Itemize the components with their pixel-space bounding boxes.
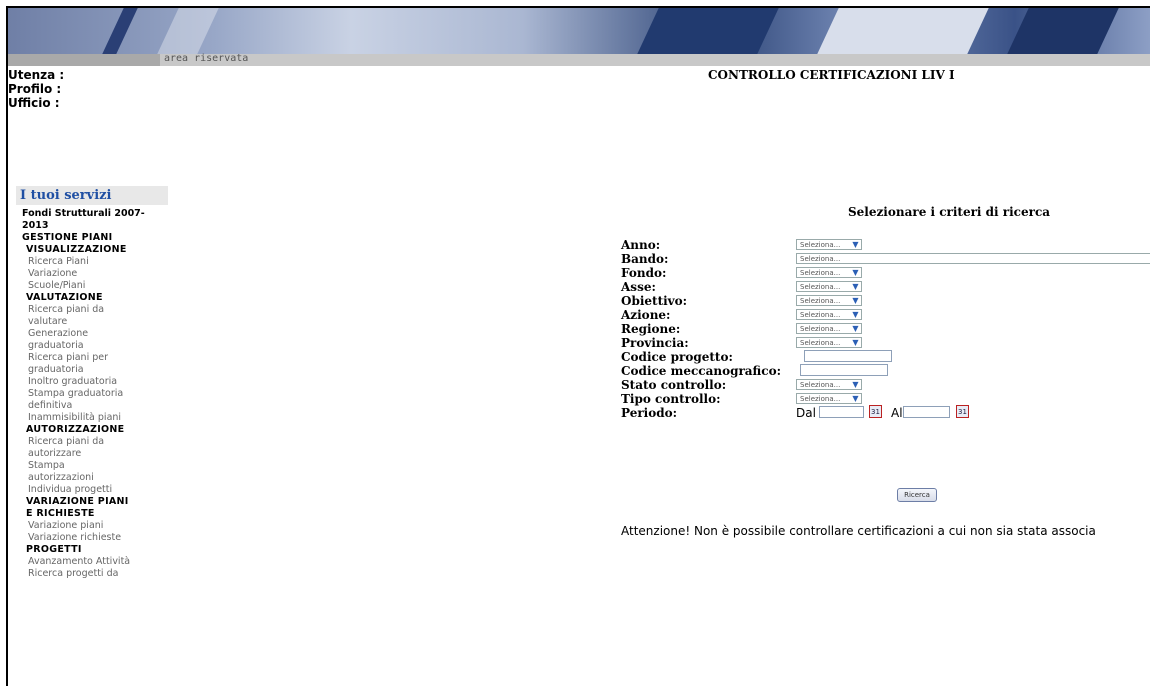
regione-select-value: Seleziona... bbox=[800, 325, 841, 333]
anno-select-value: Seleziona... bbox=[800, 241, 841, 249]
ufficio-label: Ufficio : bbox=[8, 96, 60, 110]
chevron-down-icon: ▼ bbox=[852, 338, 859, 347]
page-title: CONTROLLO CERTIFICAZIONI LIV I bbox=[708, 68, 955, 82]
fondo-select-value: Seleziona... bbox=[800, 269, 841, 277]
bando-label: Bando: bbox=[621, 252, 669, 266]
fondo-label: Fondo: bbox=[621, 266, 667, 280]
tipo-controllo-select[interactable]: Seleziona... ▼ bbox=[796, 393, 862, 404]
utenza-label: Utenza : bbox=[8, 68, 65, 82]
chevron-down-icon: ▼ bbox=[852, 240, 859, 249]
stato-controllo-label: Stato controllo: bbox=[621, 378, 727, 392]
user-info: Utenza : Profilo : Ufficio : bbox=[8, 68, 64, 110]
profilo-label: Profilo : bbox=[8, 82, 62, 96]
anno-label: Anno: bbox=[621, 238, 661, 252]
chevron-down-icon: ▼ bbox=[852, 324, 859, 333]
codice-progetto-input[interactable] bbox=[804, 350, 892, 362]
calendar-icon[interactable]: 31 bbox=[956, 405, 969, 418]
asse-label: Asse: bbox=[621, 280, 656, 294]
sidebar-link[interactable]: graduatoria bbox=[16, 364, 168, 376]
dal-calendar-text: 31 bbox=[871, 408, 880, 416]
sidebar-link[interactable]: valutare bbox=[16, 316, 168, 328]
sidebar-link[interactable]: Stampa graduatoria bbox=[16, 388, 168, 400]
sidebar-link[interactable]: Inammisibilità piani bbox=[16, 412, 168, 424]
sidebar-link[interactable]: Ricerca Piani bbox=[16, 256, 168, 268]
chevron-down-icon: ▼ bbox=[852, 394, 859, 403]
sidebar-link[interactable]: autorizzazioni bbox=[16, 472, 168, 484]
chevron-down-icon: ▼ bbox=[852, 268, 859, 277]
anno-select[interactable]: Seleziona... ▼ bbox=[796, 239, 862, 250]
azione-label: Azione: bbox=[621, 308, 671, 322]
sidebar-link[interactable]: Stampa bbox=[16, 460, 168, 472]
sidebar-link[interactable]: Avanzamento Attività bbox=[16, 556, 168, 568]
provincia-select[interactable]: Seleziona... ▼ bbox=[796, 337, 862, 348]
sidebar-subgroup-valutazione: VALUTAZIONE bbox=[26, 292, 103, 303]
sidebar-link[interactable]: Individua progetti bbox=[16, 484, 168, 496]
al-label: Al bbox=[891, 406, 903, 420]
bando-select-value: Seleziona... bbox=[800, 255, 841, 263]
sidebar-subgroup-autorizzazione: AUTORIZZAZIONE bbox=[26, 424, 125, 435]
azione-select[interactable]: Seleziona... ▼ bbox=[796, 309, 862, 320]
sidebar-subgroup-variazione-cont: E RICHIESTE bbox=[26, 508, 95, 519]
chevron-down-icon: ▼ bbox=[852, 296, 859, 305]
regione-select[interactable]: Seleziona... ▼ bbox=[796, 323, 862, 334]
stato-controllo-select-value: Seleziona... bbox=[800, 381, 841, 389]
tipo-controllo-label: Tipo controllo: bbox=[621, 392, 721, 406]
chevron-down-icon: ▼ bbox=[852, 282, 859, 291]
chevron-down-icon: ▼ bbox=[852, 310, 859, 319]
sidebar-link[interactable]: Ricerca piani da bbox=[16, 304, 168, 316]
sidebar-link[interactable]: Scuole/Piani bbox=[16, 280, 168, 292]
sidebar-link[interactable]: Variazione richieste bbox=[16, 532, 168, 544]
sidebar-subgroup-visualizzazione: VISUALIZZAZIONE bbox=[26, 244, 127, 255]
sidebar-link[interactable]: Variazione piani bbox=[16, 520, 168, 532]
sidebar-link[interactable]: Inoltro graduatoria bbox=[16, 376, 168, 388]
periodo-label: Periodo: bbox=[621, 406, 678, 420]
sidebar-subgroup-variazione: VARIAZIONE PIANI bbox=[26, 496, 129, 507]
sidebar-link[interactable]: autorizzare bbox=[16, 448, 168, 460]
azione-select-value: Seleziona... bbox=[800, 311, 841, 319]
obiettivo-select-value: Seleziona... bbox=[800, 297, 841, 305]
asse-select[interactable]: Seleziona... ▼ bbox=[796, 281, 862, 292]
tipo-controllo-select-value: Seleziona... bbox=[800, 395, 841, 403]
warning-text: Attenzione! Non è possibile controllare … bbox=[621, 524, 1096, 538]
sidebar-link[interactable]: Variazione bbox=[16, 268, 168, 280]
al-calendar-text: 31 bbox=[958, 408, 967, 416]
header-banner bbox=[8, 8, 1150, 54]
sidebar: I tuoi servizi Fondi Strutturali 2007-20… bbox=[16, 186, 168, 580]
obiettivo-label: Obiettivo: bbox=[621, 294, 688, 308]
sidebar-link[interactable]: definitiva bbox=[16, 400, 168, 412]
fondo-select[interactable]: Seleziona... ▼ bbox=[796, 267, 862, 278]
search-button[interactable]: Ricerca bbox=[897, 488, 937, 502]
sidebar-link[interactable]: Ricerca piani per bbox=[16, 352, 168, 364]
sidebar-group: GESTIONE PIANI bbox=[22, 232, 113, 243]
al-date-input[interactable] bbox=[903, 406, 950, 418]
obiettivo-select[interactable]: Seleziona... ▼ bbox=[796, 295, 862, 306]
codice-meccanografico-input[interactable] bbox=[800, 364, 888, 376]
sidebar-subgroup-progetti: PROGETTI bbox=[26, 544, 82, 555]
sidebar-section: Fondi Strutturali 2007-2013 bbox=[22, 208, 145, 231]
codice-progetto-label: Codice progetto: bbox=[621, 350, 733, 364]
asse-select-value: Seleziona... bbox=[800, 283, 841, 291]
area-riservata-label: area riservata bbox=[164, 53, 249, 64]
sidebar-link[interactable]: Ricerca piani da bbox=[16, 436, 168, 448]
criteria-title: Selezionare i criteri di ricerca bbox=[848, 205, 1051, 219]
bando-select[interactable]: Seleziona... bbox=[796, 253, 1150, 264]
calendar-icon[interactable]: 31 bbox=[869, 405, 882, 418]
sidebar-link[interactable]: Generazione bbox=[16, 328, 168, 340]
stato-controllo-select[interactable]: Seleziona... ▼ bbox=[796, 379, 862, 390]
dal-label: Dal bbox=[796, 406, 816, 420]
provincia-label: Provincia: bbox=[621, 336, 689, 350]
chevron-down-icon: ▼ bbox=[852, 380, 859, 389]
provincia-select-value: Seleziona... bbox=[800, 339, 841, 347]
page-frame: area riservata Utenza : Profilo : Uffici… bbox=[6, 6, 1150, 686]
area-bar: area riservata bbox=[8, 53, 1150, 66]
sidebar-link[interactable]: Ricerca progetti da bbox=[16, 568, 168, 580]
sidebar-link[interactable]: graduatoria bbox=[16, 340, 168, 352]
dal-date-input[interactable] bbox=[819, 406, 864, 418]
sidebar-title: I tuoi servizi bbox=[16, 186, 168, 205]
regione-label: Regione: bbox=[621, 322, 681, 336]
codice-meccanografico-label: Codice meccanografico: bbox=[621, 364, 782, 378]
